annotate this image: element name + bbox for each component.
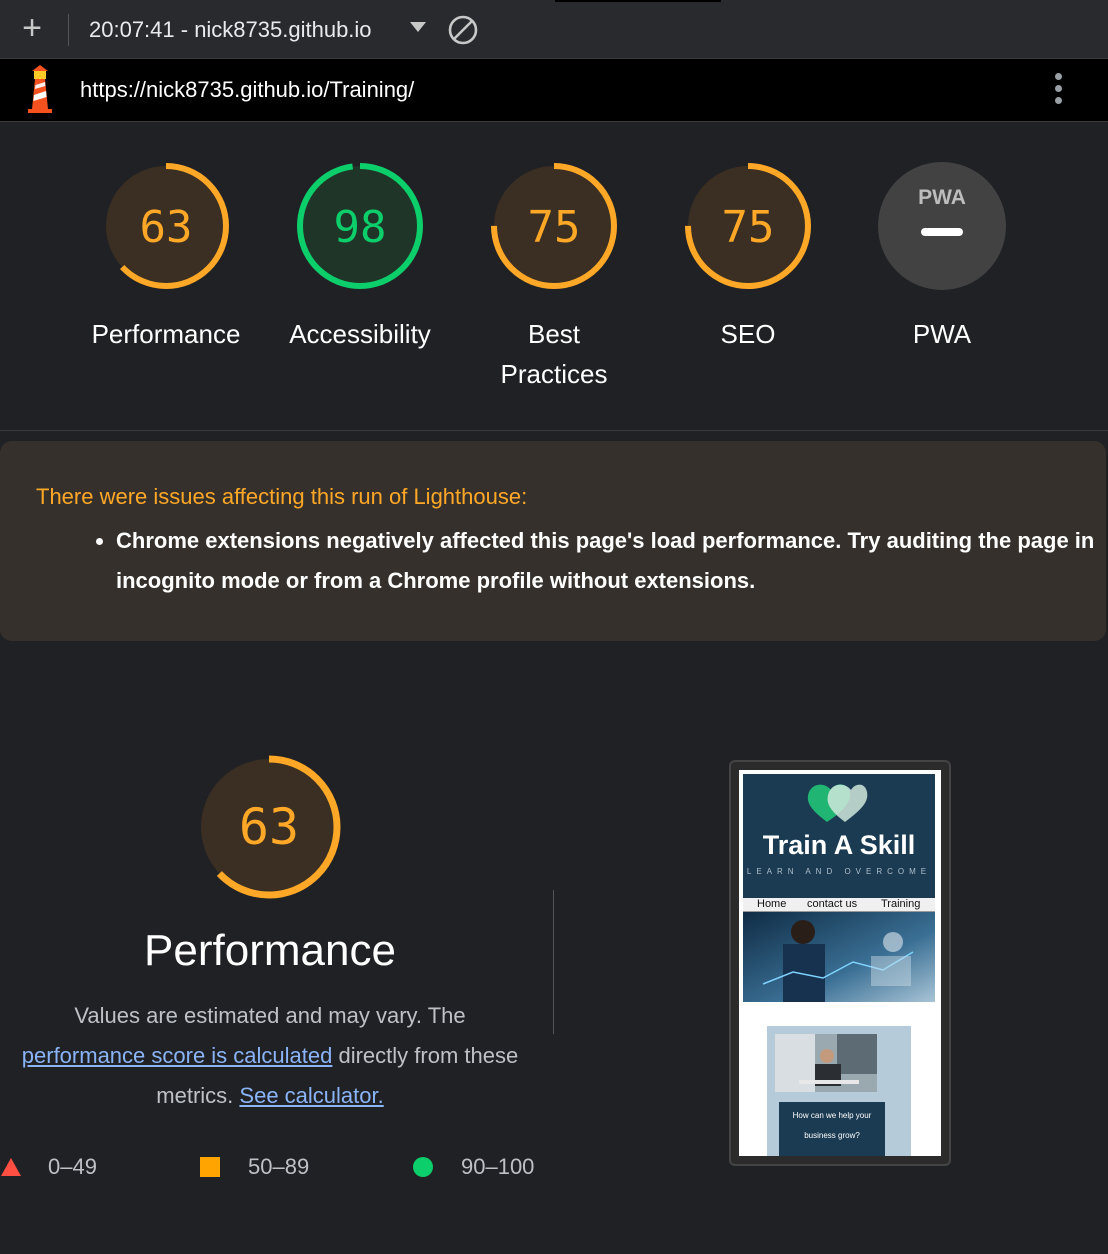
warning-list: Chrome extensions negatively affected th… xyxy=(88,521,1096,601)
tab-indicator xyxy=(555,0,721,2)
section-divider xyxy=(553,890,554,1034)
category-scores: 63 Performance 98 Accessibility 75 Best … xyxy=(0,122,1108,431)
performance-title: Performance xyxy=(144,926,396,975)
score-value: 75 xyxy=(722,202,775,253)
site-nav: Home contact us Training xyxy=(743,898,935,912)
legend-range-fail: 0–49 xyxy=(48,1154,97,1179)
performance-description: Values are estimated and may vary. The p… xyxy=(18,996,522,1116)
square-icon xyxy=(200,1157,220,1177)
score-legend: 0–49 50–89 90–100 xyxy=(0,1150,560,1184)
legend-range-pass: 90–100 xyxy=(461,1154,535,1179)
score-value: 98 xyxy=(334,202,387,253)
score-label: SEO xyxy=(720,319,776,349)
heart-logo-icon xyxy=(807,784,868,822)
lighthouse-icon xyxy=(28,65,52,113)
pwa-dash-icon xyxy=(921,228,963,236)
gauge-best-practices: 75 xyxy=(491,163,617,289)
score-gauge-pwa[interactable]: PWA PWA xyxy=(852,160,1032,354)
hero-image xyxy=(743,912,935,1002)
see-calculator-link[interactable]: See calculator. xyxy=(239,1083,383,1108)
score-calculated-link[interactable]: performance score is calculated xyxy=(22,1043,333,1068)
site-tagline: LEARN AND OVERCOME xyxy=(746,867,932,876)
score-gauge-best-practices[interactable]: 75 Best Practices xyxy=(464,160,644,394)
toolbar-divider xyxy=(68,14,69,46)
score-label: Best Practices xyxy=(500,319,608,389)
pwa-badge: PWA xyxy=(878,162,1006,290)
gauge-seo: 75 xyxy=(685,163,811,289)
score-value: 75 xyxy=(528,202,581,253)
plus-icon[interactable]: + xyxy=(14,10,50,46)
cta-box: How can we help your business grow? xyxy=(779,1102,885,1156)
gauge-accessibility: 98 xyxy=(297,163,423,289)
gauge-performance: 63 xyxy=(103,163,229,289)
legend-range-average: 50–89 xyxy=(248,1154,310,1179)
performance-gauge: 63 xyxy=(197,755,341,899)
report-toolbar: + 20:07:41 - nick8735.github.io xyxy=(0,0,1108,59)
warning-item: Chrome extensions negatively affected th… xyxy=(116,521,1096,601)
site-brand: Train A Skill xyxy=(762,830,916,860)
score-gauge-performance[interactable]: 63 Performance xyxy=(76,160,256,354)
warning-title: There were issues affecting this run of … xyxy=(36,484,528,509)
report-selector[interactable]: 20:07:41 - nick8735.github.io xyxy=(89,17,372,43)
score-label: Performance xyxy=(91,319,241,349)
score-gauge-seo[interactable]: 75 SEO xyxy=(658,160,838,354)
desc-text-1: Values are estimated and may vary. The xyxy=(74,1003,466,1028)
circle-icon xyxy=(413,1157,433,1177)
triangle-icon xyxy=(1,1158,21,1176)
kebab-menu-icon[interactable] xyxy=(1048,73,1068,107)
audited-url[interactable]: https://nick8735.github.io/Training/ xyxy=(80,77,414,103)
pwa-badge-text: PWA xyxy=(918,186,966,209)
score-label: Accessibility xyxy=(289,319,431,349)
office-photo xyxy=(775,1034,877,1092)
site-header: Train A Skill LEARN AND OVERCOME xyxy=(743,774,935,898)
content-card: How can we help your business grow? xyxy=(767,1026,911,1156)
performance-score-value: 63 xyxy=(239,798,299,856)
score-value: 63 xyxy=(140,202,193,253)
final-screenshot[interactable]: Train A Skill LEARN AND OVERCOME Home co… xyxy=(729,760,951,1166)
nav-home: Home xyxy=(757,898,787,910)
nav-training: Training xyxy=(881,898,921,910)
run-warnings: There were issues affecting this run of … xyxy=(0,441,1106,641)
screenshot-page: Train A Skill LEARN AND OVERCOME Home co… xyxy=(739,770,941,1156)
score-gauge-accessibility[interactable]: 98 Accessibility xyxy=(270,160,450,354)
score-label: PWA xyxy=(912,319,972,349)
nav-contact: contact us xyxy=(807,898,858,910)
report-url-bar: https://nick8735.github.io/Training/ xyxy=(0,59,1108,122)
caret-down-icon[interactable] xyxy=(410,22,426,32)
block-icon[interactable] xyxy=(447,14,479,46)
